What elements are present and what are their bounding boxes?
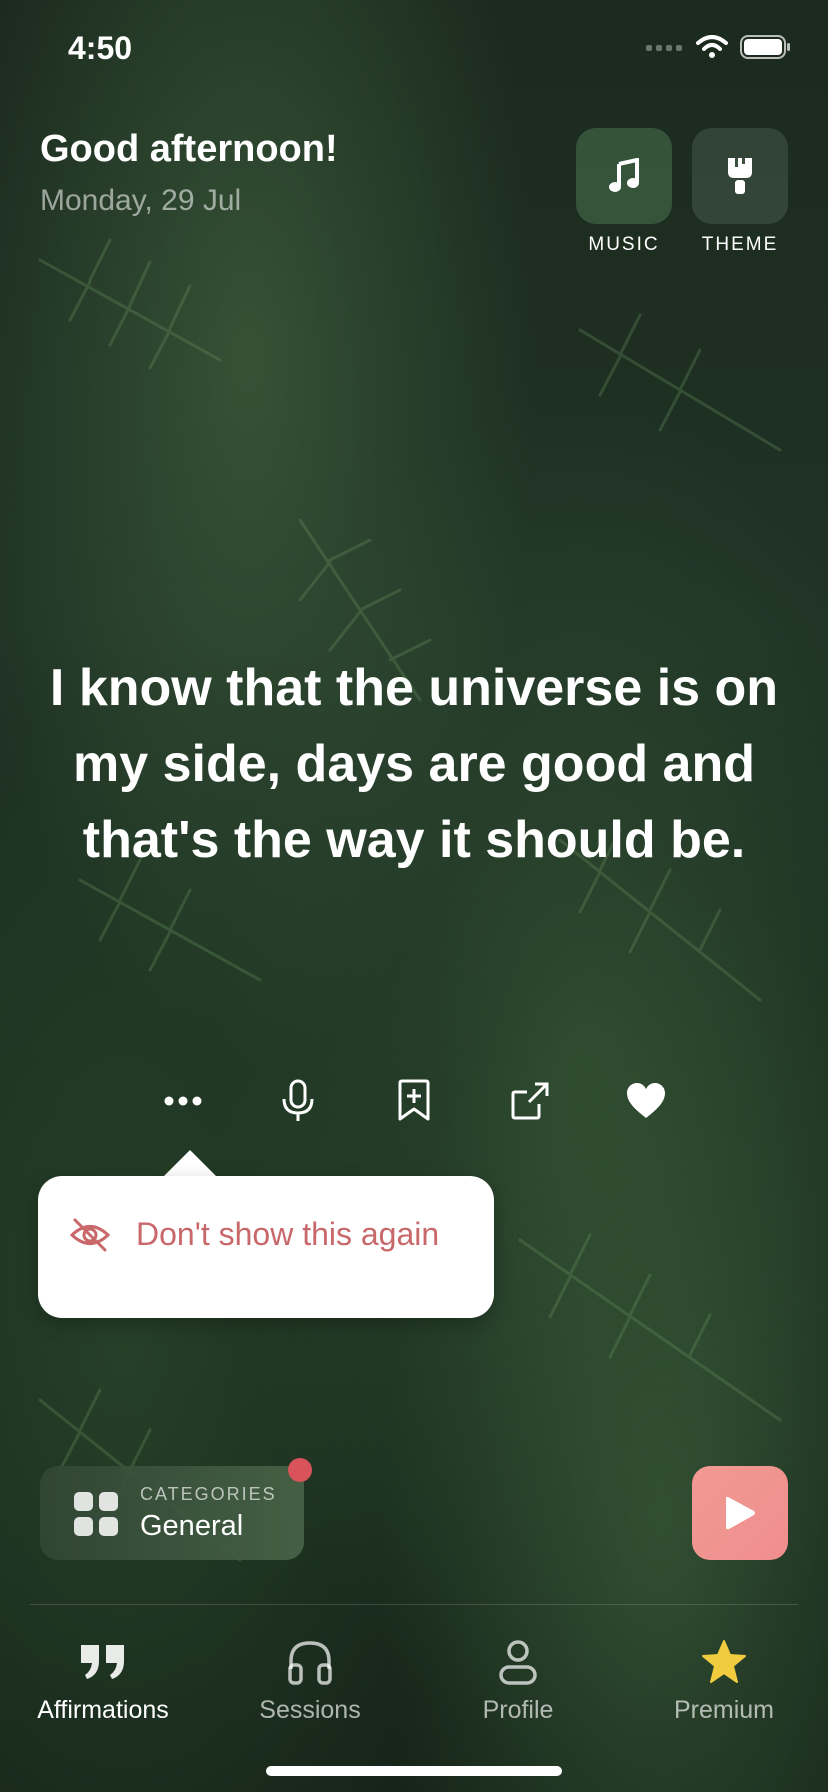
battery-icon [740,35,790,59]
popover-arrow [162,1150,218,1178]
dont-show-again-label: Don't show this again [136,1216,440,1252]
categories-value: General [140,1510,244,1542]
tab-sessions-label: Sessions [259,1696,361,1724]
wifi-icon [696,35,728,58]
greeting-title: Good afternoon! [40,128,338,170]
share-icon [511,1082,549,1120]
headphones-icon [288,1641,332,1685]
options-popover: Don't show this again [38,1176,494,1318]
categories-button[interactable]: CATEGORIES General [40,1466,304,1560]
play-icon [726,1496,755,1530]
status-time: 4:50 [68,30,133,66]
music-button[interactable] [576,128,672,224]
affirmation-text: I know that the universe is on my side, … [49,659,779,869]
home-indicator [266,1766,562,1776]
person-icon [499,1640,537,1685]
quote-icon [81,1645,124,1679]
cellular-signal-icon [646,45,682,51]
bookmark-add-icon [398,1079,430,1121]
tab-profile-label: Profile [482,1696,554,1724]
date-subtitle: Monday, 29 Jul [40,184,242,217]
tab-bar-divider [30,1604,798,1605]
eye-slash-icon [70,1218,110,1251]
notification-badge [288,1458,312,1482]
dont-show-again-option[interactable]: Don't show this again [70,1216,439,1253]
grid-icon [74,1492,118,1536]
more-icon [164,1096,202,1106]
favorite-button[interactable] [616,1076,676,1126]
status-icons [646,34,792,60]
star-icon [702,1640,746,1683]
categories-label: CATEGORIES [140,1484,277,1504]
share-button[interactable] [500,1076,560,1126]
record-button[interactable] [268,1076,328,1126]
music-label: MUSIC [588,234,660,255]
tab-profile[interactable]: Profile [418,1636,618,1725]
save-button[interactable] [384,1076,444,1126]
tab-premium[interactable]: Premium [624,1636,824,1725]
affirmation-actions [0,1076,828,1126]
more-button[interactable] [153,1076,213,1126]
tab-affirmations[interactable]: Affirmations [3,1636,203,1725]
tab-affirmations-label: Affirmations [37,1696,169,1724]
heart-icon [627,1083,665,1118]
microphone-icon [282,1079,314,1121]
music-note-icon [609,158,639,192]
theme-label: THEME [701,234,779,255]
status-bar: 4:50 [0,0,828,100]
theme-button[interactable] [692,128,788,224]
tab-sessions[interactable]: Sessions [210,1636,410,1725]
paint-brush-icon [728,158,752,194]
tab-premium-label: Premium [673,1696,774,1724]
play-button[interactable] [692,1466,788,1560]
